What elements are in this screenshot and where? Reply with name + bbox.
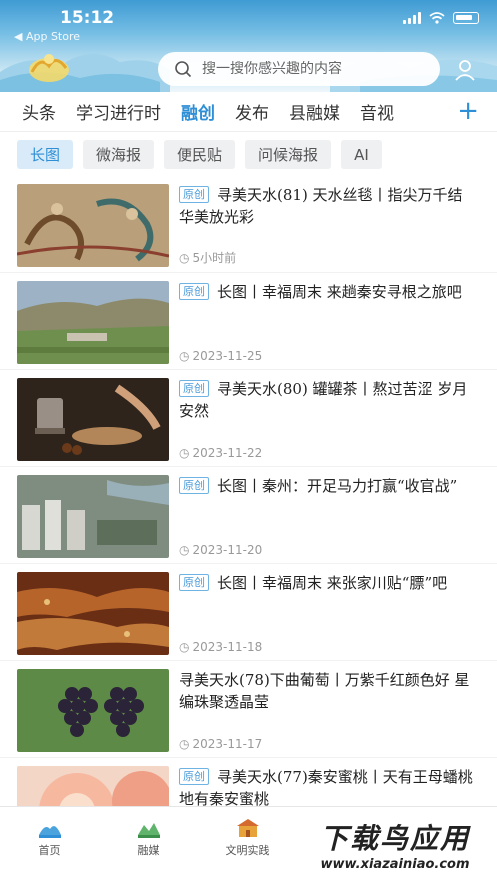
list-item[interactable]: 原创 长图丨幸福周末 来趟秦安寻根之旅吧 ◷ 2023-11-25 bbox=[0, 273, 497, 370]
article-thumbnail bbox=[17, 378, 169, 461]
article-title: 寻美天水(78)下曲葡萄丨万紫千红颜色好 星编珠聚透晶莹 bbox=[179, 671, 470, 711]
add-channel-button[interactable]: + bbox=[457, 98, 479, 124]
clock-icon: ◷ bbox=[179, 446, 190, 460]
original-badge: 原创 bbox=[179, 768, 209, 785]
original-badge: 原创 bbox=[179, 186, 209, 203]
channel-tabs: 头条 学习进行时 融创 发布 县融媒 音视 bbox=[0, 92, 497, 132]
nav-label: 首页 bbox=[38, 844, 61, 857]
nav-item-home[interactable]: 首页 bbox=[0, 807, 99, 883]
sub-tab-greeting-poster[interactable]: 问候海报 bbox=[245, 140, 332, 169]
original-badge: 原创 bbox=[179, 477, 209, 494]
article-title: 寻美天水(80) 罐罐茶丨熬过苦涩 岁月安然 bbox=[179, 380, 468, 420]
search-input[interactable] bbox=[202, 61, 422, 77]
nav-label: 文明实践 bbox=[225, 844, 270, 857]
status-time: 15:12 bbox=[60, 8, 115, 28]
watermark-url: www.xiazainiao.com bbox=[320, 856, 470, 872]
civilization-icon bbox=[236, 819, 259, 837]
channel-tab-county-media[interactable]: 县融媒 bbox=[289, 99, 340, 124]
sub-tab-long-image[interactable]: 长图 bbox=[17, 140, 74, 169]
article-title: 长图丨幸福周末 来张家川贴“膘”吧 bbox=[217, 574, 448, 592]
original-badge: 原创 bbox=[179, 574, 209, 591]
original-badge: 原创 bbox=[179, 380, 209, 397]
article-title: 寻美天水(77)秦安蜜桃丨天有王母蟠桃 地有秦安蜜桃 bbox=[179, 768, 473, 806]
app-header: 15:12 ◀ App Store bbox=[0, 0, 497, 92]
watermark-title: 下载鸟应用 bbox=[319, 821, 470, 855]
clock-icon: ◷ bbox=[179, 737, 190, 751]
article-time: 2023-11-25 bbox=[192, 349, 263, 363]
channel-tab-study[interactable]: 学习进行时 bbox=[76, 99, 161, 124]
list-item[interactable]: 原创 长图丨秦州：开足马力打赢“收官战” ◷ 2023-11-20 bbox=[0, 467, 497, 564]
channel-tab-audio-video[interactable]: 音视 bbox=[360, 99, 394, 124]
clock-icon: ◷ bbox=[179, 349, 190, 363]
original-badge: 原创 bbox=[179, 283, 209, 300]
article-thumbnail bbox=[17, 669, 169, 752]
wifi-icon bbox=[429, 12, 445, 24]
sub-tab-convenience[interactable]: 便民贴 bbox=[164, 140, 236, 169]
list-item[interactable]: 原创 寻美天水(80) 罐罐茶丨熬过苦涩 岁月安然 ◷ 2023-11-22 bbox=[0, 370, 497, 467]
article-thumbnail bbox=[17, 572, 169, 655]
home-icon bbox=[38, 826, 61, 838]
nav-item-civilization[interactable]: 文明实践 bbox=[198, 807, 297, 883]
clock-icon: ◷ bbox=[179, 250, 190, 265]
search-bar[interactable] bbox=[158, 52, 440, 86]
article-title: 寻美天水(81) 天水丝毯丨指尖万千结 华美放光彩 bbox=[179, 186, 463, 226]
watermark-overlay: 下载鸟应用 www.xiazainiao.com bbox=[298, 814, 492, 874]
article-thumbnail bbox=[17, 766, 169, 806]
article-time: 2023-11-18 bbox=[192, 640, 263, 654]
list-item[interactable]: 原创 寻美天水(81) 天水丝毯丨指尖万千结 华美放光彩 ◷ 5小时前 bbox=[0, 176, 497, 273]
battery-icon bbox=[453, 12, 479, 24]
status-icons bbox=[403, 12, 479, 24]
article-list: 原创 寻美天水(81) 天水丝毯丨指尖万千结 华美放光彩 ◷ 5小时前 原创 长图丨幸… bbox=[0, 176, 497, 806]
article-time: 2023-11-17 bbox=[192, 737, 263, 751]
channel-tab-rongchuang[interactable]: 融创 bbox=[181, 99, 215, 124]
search-icon bbox=[175, 61, 192, 78]
sub-tab-ai[interactable]: AI bbox=[341, 140, 382, 169]
clock-icon: ◷ bbox=[179, 640, 190, 654]
sub-tabs: 长图 微海报 便民贴 问候海报 AI bbox=[17, 140, 487, 170]
article-thumbnail bbox=[17, 281, 169, 364]
tianshui-logo[interactable] bbox=[26, 50, 72, 84]
article-time: 2023-11-20 bbox=[192, 543, 263, 557]
article-time: 5小时前 bbox=[192, 251, 237, 265]
sub-tab-micro-poster[interactable]: 微海报 bbox=[83, 140, 155, 169]
clock-icon: ◷ bbox=[179, 543, 190, 557]
channel-tab-release[interactable]: 发布 bbox=[235, 99, 269, 124]
channel-tab-headlines[interactable]: 头条 bbox=[22, 99, 56, 124]
nav-item-media[interactable]: 融媒 bbox=[99, 807, 198, 883]
app-store-back-link[interactable]: ◀ App Store bbox=[14, 30, 80, 43]
article-title: 长图丨秦州：开足马力打赢“收官战” bbox=[217, 477, 458, 495]
article-time: 2023-11-22 bbox=[192, 446, 263, 460]
user-icon[interactable] bbox=[453, 58, 477, 82]
list-item[interactable]: 原创 寻美天水(77)秦安蜜桃丨天有王母蟠桃 地有秦安蜜桃 bbox=[0, 758, 497, 806]
article-thumbnail bbox=[17, 475, 169, 558]
article-thumbnail bbox=[17, 184, 169, 267]
article-title: 长图丨幸福周末 来趟秦安寻根之旅吧 bbox=[217, 283, 462, 301]
media-icon bbox=[137, 823, 160, 838]
list-item[interactable]: 寻美天水(78)下曲葡萄丨万紫千红颜色好 星编珠聚透晶莹 ◷ 2023-11-17 bbox=[0, 661, 497, 758]
list-item[interactable]: 原创 长图丨幸福周末 来张家川贴“膘”吧 ◷ 2023-11-18 bbox=[0, 564, 497, 661]
signal-icon bbox=[403, 12, 421, 24]
nav-label: 融媒 bbox=[137, 844, 160, 857]
